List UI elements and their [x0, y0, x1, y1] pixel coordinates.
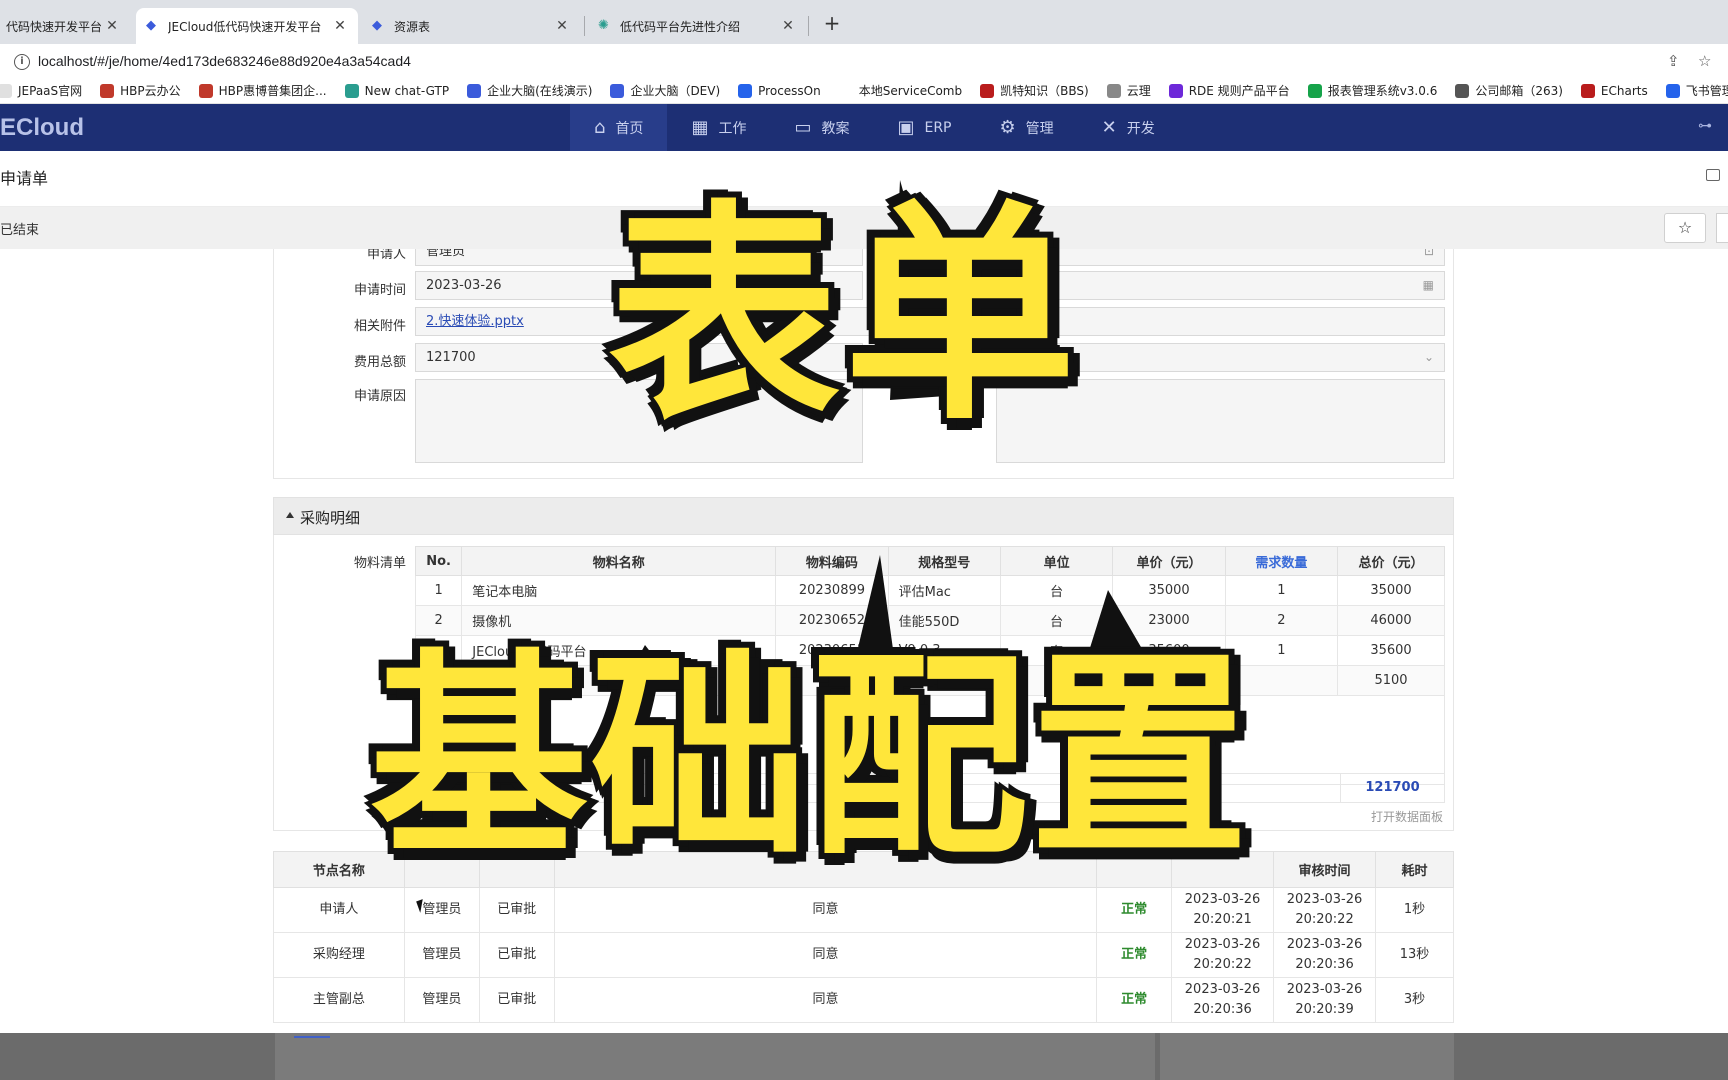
overlay-title-line2: 基础配置	[366, 632, 1252, 885]
overlay-spikes	[620, 180, 1160, 700]
overlay-title-line1: 表单	[604, 181, 1081, 451]
